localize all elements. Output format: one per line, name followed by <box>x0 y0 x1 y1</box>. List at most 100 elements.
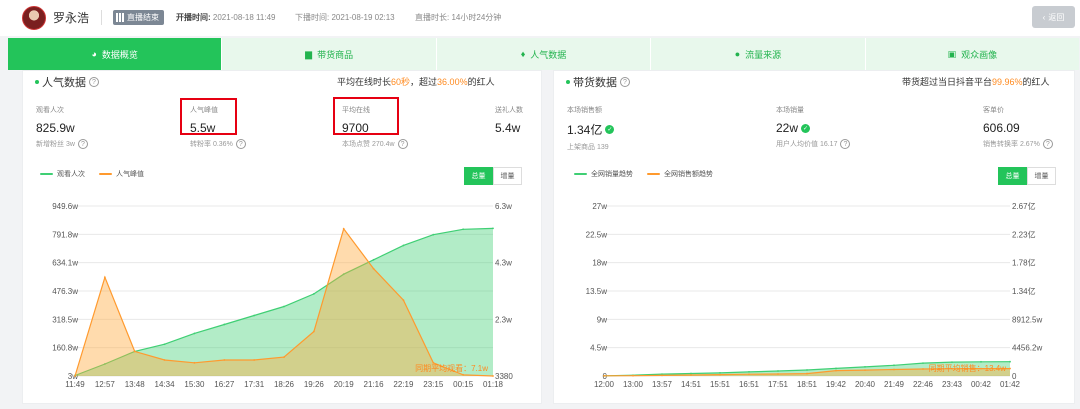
y-left-tick-label: 634.1w <box>52 259 78 268</box>
y-left-tick-label: 18w <box>592 259 607 268</box>
series-point <box>748 371 750 373</box>
series-point <box>690 374 692 376</box>
series-point <box>163 359 166 361</box>
x-tick-label: 22:19 <box>393 380 414 389</box>
x-tick-label: 20:19 <box>334 380 355 389</box>
y-right-tick-label: 6.3w <box>495 202 512 211</box>
series-point <box>661 374 663 377</box>
x-tick-label: 17:51 <box>768 380 789 389</box>
series-point <box>342 227 345 230</box>
x-tick-label: 16:27 <box>214 380 235 389</box>
x-tick-label: 17:31 <box>244 380 265 389</box>
series-point <box>922 368 924 370</box>
series-point <box>1009 360 1011 363</box>
series-point <box>103 276 106 279</box>
duration-value: 14小时24分钟 <box>451 13 502 22</box>
x-tick-label: 23:15 <box>423 380 444 389</box>
y-right-tick-label: 4.3w <box>495 259 512 268</box>
x-tick-label: 23:43 <box>942 380 963 389</box>
series-point <box>312 330 315 333</box>
series-point <box>253 314 256 317</box>
x-tick-label: 00:15 <box>453 380 474 389</box>
series-point <box>402 244 405 247</box>
tab-products[interactable]: ▆ 带货商品 <box>221 38 436 70</box>
x-tick-label: 15:51 <box>710 380 731 389</box>
series-point <box>193 332 196 335</box>
series-point <box>163 343 166 346</box>
x-tick-label: 14:34 <box>155 380 176 389</box>
series-point <box>253 359 256 361</box>
x-tick-label: 21:49 <box>884 380 905 389</box>
y-left-tick-label: 4.5w <box>590 344 607 353</box>
y-right-tick-label: 2.67亿 <box>1012 201 1036 211</box>
y-left-tick-label: 949.6w <box>52 202 78 211</box>
x-tick-label: 18:26 <box>274 380 295 389</box>
series-point <box>777 370 779 372</box>
tab-traffic[interactable]: ● 流量来源 <box>650 38 865 70</box>
x-tick-label: 12:57 <box>95 380 116 389</box>
series-point <box>74 375 76 377</box>
chevron-left-icon: ‹ <box>1042 12 1046 22</box>
series-point <box>312 293 315 295</box>
y-right-tick-label: 2.3w <box>495 315 512 324</box>
series-point <box>951 361 953 364</box>
y-right-tick-label: 2.23亿 <box>1012 229 1036 239</box>
x-tick-label: 12:00 <box>594 380 615 389</box>
popularity-panel: 人气数据 ? 平均在线时长60秒，超过36.00%的红人 观看人次 825.9w… <box>22 70 542 404</box>
x-tick-label: 01:18 <box>483 380 504 389</box>
reference-label: 同期平均观看：7.1w <box>415 363 488 373</box>
tab-products-label: 带货商品 <box>317 49 354 60</box>
header-divider <box>101 10 102 25</box>
back-button[interactable]: ‹ 返回 <box>1032 6 1075 28</box>
duration: 直播时长: 14小时24分钟 <box>415 12 501 23</box>
x-tick-label: 13:00 <box>623 380 644 389</box>
series-point <box>432 233 435 236</box>
tab-audience[interactable]: ▣ 观众画像 <box>864 38 1080 70</box>
tab-audience-label: 观众画像 <box>961 49 998 60</box>
pie-chart-icon: ◕ <box>91 48 97 59</box>
x-tick-label: 01:42 <box>1000 380 1021 389</box>
x-tick-label: 19:26 <box>304 380 325 389</box>
tab-popularity[interactable]: ♦ 人气数据 <box>435 38 651 70</box>
series-point <box>603 374 605 377</box>
x-tick-label: 19:42 <box>826 380 847 389</box>
series-point <box>864 369 866 372</box>
x-tick-label: 16:51 <box>739 380 760 389</box>
portrait-icon: ▣ <box>947 48 957 59</box>
series-point <box>835 369 837 372</box>
sales-panel: 带货数据 ? 带货超过当日抖音平台99.96%的红人 本场销售额 1.34亿 ✓ … <box>553 70 1075 404</box>
live-header: 罗永浩 直播结束 开播时间: 2021-08-18 11:49 下播时间: 20… <box>0 0 1080 36</box>
back-button-label: 返回 <box>1048 12 1065 22</box>
series-point <box>922 362 924 364</box>
y-right-tick-label: 1.78亿 <box>1012 258 1036 268</box>
series-point <box>223 323 226 326</box>
y-left-tick-label: 160.8w <box>52 344 78 353</box>
x-tick-label: 20:40 <box>855 380 876 389</box>
streamer-avatar[interactable] <box>22 6 46 30</box>
series-point <box>806 369 808 371</box>
bar-chart-icon <box>116 13 124 22</box>
x-tick-label: 18:51 <box>797 380 818 389</box>
y-right-tick-label: 1.34亿 <box>1012 286 1036 296</box>
flame-icon: ♦ <box>520 48 526 59</box>
end-time-value: 2021-08-19 02:13 <box>331 13 395 22</box>
drop-icon: ● <box>734 48 741 59</box>
end-time: 下播时间: 2021-08-19 02:13 <box>295 12 395 23</box>
series-point <box>719 371 721 374</box>
reference-label: 同期平均销售：13.4w <box>929 363 1007 373</box>
y-left-tick-label: 476.3w <box>52 287 78 296</box>
end-time-label: 下播时间: <box>295 13 330 22</box>
series-point <box>283 356 285 359</box>
section-tabs: ◕ 数据概览 ▆ 带货商品 ♦ 人气数据 ● 流量来源 ▣ 观众画像 <box>8 38 1080 70</box>
tab-popularity-label: 人气数据 <box>530 49 567 60</box>
series-point <box>777 373 779 375</box>
series-point <box>402 299 405 301</box>
series-point <box>864 365 866 368</box>
series-point <box>1009 367 1011 370</box>
tab-overview[interactable]: ◕ 数据概览 <box>8 38 222 70</box>
y-left-tick-label: 27w <box>592 202 607 211</box>
x-tick-label: 15:30 <box>184 380 205 389</box>
series-point <box>980 360 982 363</box>
streamer-name[interactable]: 罗永浩 <box>53 9 89 26</box>
series-point <box>748 373 750 376</box>
